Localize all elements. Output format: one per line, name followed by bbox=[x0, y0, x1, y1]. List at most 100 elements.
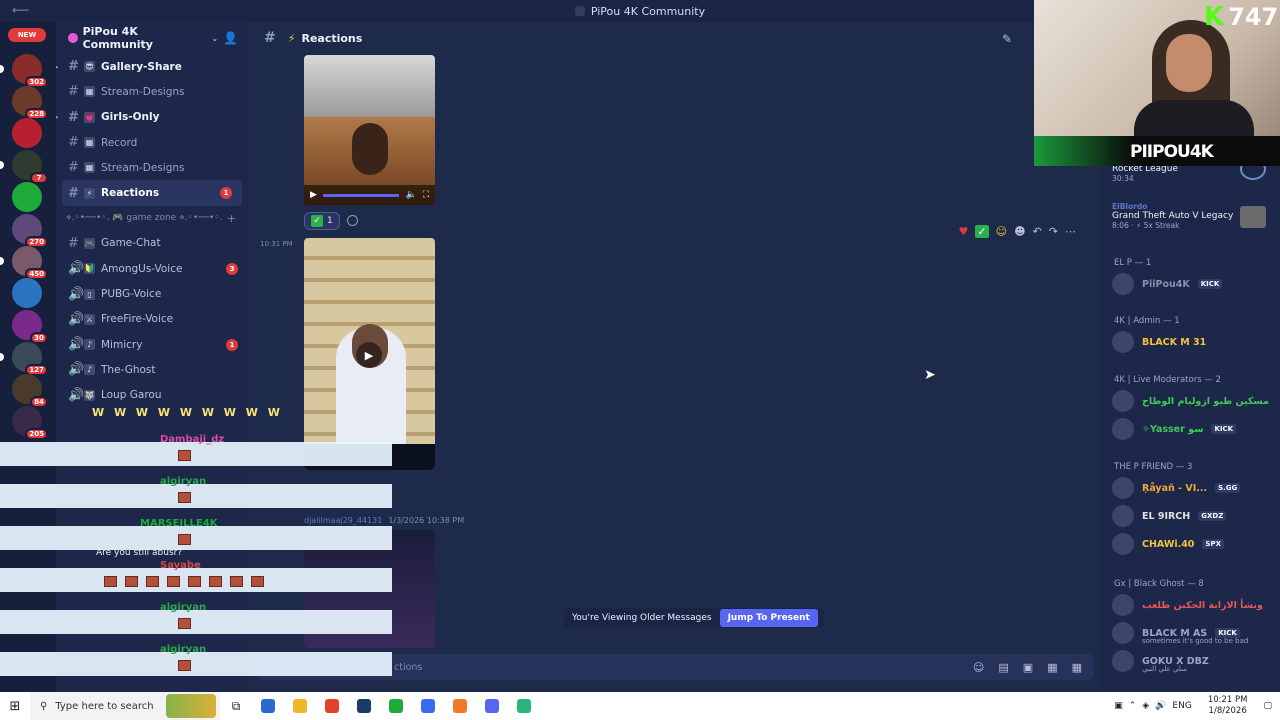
sticker-icon[interactable]: ▣ bbox=[1023, 661, 1033, 674]
channel-record[interactable]: # ▦ Record bbox=[56, 130, 248, 155]
chat-emote-icon bbox=[167, 576, 180, 587]
forward-icon[interactable]: ↷ bbox=[1049, 225, 1058, 238]
activity-gta[interactable]: ElBlordo Grand Theft Auto V Legacy 8:06 … bbox=[1112, 202, 1233, 230]
taskbar-search[interactable]: ⚲ Type here to search bbox=[30, 692, 220, 720]
member-row[interactable]: PiiPou4K KICK bbox=[1112, 272, 1274, 296]
taskbar-app-icon[interactable] bbox=[508, 692, 540, 720]
server-icon[interactable]: 7 bbox=[12, 150, 48, 184]
member-row[interactable]: مسكين طيو ازولبام الوطاح bbox=[1112, 389, 1274, 413]
member-row[interactable]: ✧Yasser سو KICK bbox=[1112, 417, 1274, 441]
server-icon[interactable]: 450 bbox=[12, 246, 48, 280]
gta-logo-icon bbox=[1240, 206, 1266, 228]
add-reaction-icon[interactable] bbox=[347, 215, 358, 226]
heart-icon[interactable]: ♥ bbox=[959, 225, 969, 238]
volume-icon[interactable]: 🔈 bbox=[405, 190, 416, 200]
add-member-icon[interactable]: 👤 bbox=[223, 31, 238, 45]
reply-icon[interactable]: ↶ bbox=[1033, 225, 1042, 238]
server-icon[interactable] bbox=[12, 118, 42, 148]
taskbar-app-icon[interactable] bbox=[444, 692, 476, 720]
chat-emote-icon bbox=[146, 576, 159, 587]
reaction-check[interactable]: ✓ 1 bbox=[304, 212, 340, 230]
reaction-count: 1 bbox=[327, 216, 333, 226]
unread-indicator bbox=[0, 65, 4, 73]
image-icon[interactable]: ▦ bbox=[1047, 661, 1057, 674]
server-icon[interactable] bbox=[12, 278, 42, 308]
video-frame-top bbox=[304, 55, 435, 117]
avatar bbox=[1112, 533, 1134, 555]
clock[interactable]: 10:21 PM 1/8/2026 bbox=[1208, 695, 1248, 717]
activity-rocket-league[interactable]: Rocket League 30:34 bbox=[1112, 164, 1178, 183]
channel-emoji-icon: 🔰 bbox=[84, 263, 95, 275]
add-channel-icon[interactable]: + bbox=[227, 212, 236, 225]
emoji-picker-icon[interactable]: ☺ bbox=[973, 661, 984, 674]
network-icon[interactable]: ◈ bbox=[1142, 701, 1149, 711]
apps-icon[interactable]: ▦ bbox=[1072, 661, 1082, 674]
server-header[interactable]: PiPou 4K Community ⌄ 👤 bbox=[56, 22, 248, 54]
member-row[interactable]: EL 9IRCH GXDZ bbox=[1112, 504, 1274, 528]
laugh-icon[interactable]: ☺ bbox=[996, 225, 1007, 238]
member-row[interactable]: Ŗåyañ - VI... S.GG bbox=[1112, 476, 1274, 500]
message-toolbar: ♥ ✓ ☺ ☻ ↶ ↷ ⋯ bbox=[953, 220, 1082, 242]
member-name: BLACK M 31 bbox=[1142, 336, 1207, 348]
channel-emoji-icon: ♪ bbox=[84, 339, 95, 351]
taskbar-app-icon[interactable] bbox=[412, 692, 444, 720]
channel-reactions[interactable]: # ⚡ Reactions 1 bbox=[62, 180, 242, 206]
taskbar-app-icon[interactable] bbox=[476, 692, 508, 720]
channel-mimicry[interactable]: 🔊 ♪ Mimicry 1 bbox=[56, 332, 248, 357]
category-game-zone[interactable]: ⋄.◦•──•◦. 🎮 game zone ⋄.◦•──•◦. + bbox=[56, 206, 248, 231]
member-row[interactable]: GOKU X DBZ سلي علي النبي bbox=[1112, 649, 1274, 673]
chat-emote-icon bbox=[104, 576, 117, 587]
member-tag-badge: KICK bbox=[1197, 279, 1223, 289]
channel-gallery-share[interactable]: ▸ # 😎 Gallery-Share bbox=[56, 54, 248, 79]
channel-girls-only[interactable]: ▸ # 💗 Girls-Only bbox=[56, 105, 248, 130]
more-icon[interactable]: ⋯ bbox=[1065, 225, 1076, 238]
taskbar-app-icon[interactable] bbox=[316, 692, 348, 720]
channel-emoji-icon: ▦ bbox=[84, 86, 95, 98]
taskbar: ⊞ ⚲ Type here to search ⧉ ▣ ⌃ ◈ 🔊 ENG 10… bbox=[0, 692, 1280, 720]
gif-icon[interactable]: ▤ bbox=[998, 661, 1008, 674]
seek-bar[interactable] bbox=[322, 193, 400, 197]
check-icon[interactable]: ✓ bbox=[975, 224, 989, 238]
server-icon[interactable]: 127 bbox=[12, 342, 48, 376]
channel-amongus-voice[interactable]: 🔊 🔰 AmongUs-Voice 3 bbox=[56, 256, 248, 281]
taskbar-app-icon[interactable] bbox=[284, 692, 316, 720]
back-arrow-icon[interactable]: ⟵ bbox=[12, 3, 29, 17]
taskbar-app-icon[interactable] bbox=[380, 692, 412, 720]
play-overlay-icon[interactable]: ▶ bbox=[356, 342, 382, 368]
tray-overflow-icon[interactable]: ⌃ bbox=[1129, 701, 1137, 711]
server-icon[interactable]: 270 bbox=[12, 214, 48, 248]
jump-to-present-button[interactable]: Jump To Present bbox=[719, 609, 818, 627]
language-indicator[interactable]: ENG bbox=[1172, 701, 1191, 711]
threads-icon[interactable]: ✎ bbox=[1002, 32, 1012, 46]
channel-freefire-voice[interactable]: 🔊 ⚔ FreeFire-Voice bbox=[56, 307, 248, 332]
member-row[interactable]: BLACK M AS KICK sometimes it's good to be … bbox=[1112, 621, 1274, 645]
channel-game-chat[interactable]: # 🎮 Game-Chat bbox=[56, 231, 248, 256]
channel-the-ghost[interactable]: 🔊 ♪ The-Ghost bbox=[56, 357, 248, 382]
chat-emote-icon bbox=[178, 534, 191, 545]
channel-stream-designs[interactable]: # ▦ Stream-Designs bbox=[56, 155, 248, 180]
channel-stream-designs[interactable]: # ▦ Stream-Designs bbox=[56, 79, 248, 104]
fullscreen-icon[interactable]: ⛶ bbox=[423, 190, 429, 200]
play-icon[interactable]: ▶ bbox=[310, 190, 317, 200]
volume-icon[interactable]: 🔊 bbox=[1155, 701, 1166, 711]
server-icon[interactable] bbox=[12, 182, 42, 212]
video-attachment[interactable]: ▶ 🔈 ⛶ bbox=[304, 55, 435, 205]
server-icon[interactable]: 84 bbox=[12, 374, 48, 408]
emoji-icon[interactable]: ☻ bbox=[1014, 225, 1025, 238]
member-row[interactable]: ونشأ الارابة الحكبن طلعب bbox=[1112, 593, 1274, 617]
server-icon[interactable]: 228 bbox=[12, 86, 48, 120]
tray-app-icon[interactable]: ▣ bbox=[1114, 701, 1123, 711]
channel-emoji-icon: 😎 bbox=[84, 61, 95, 73]
member-row[interactable]: BLACK M 31 bbox=[1112, 330, 1274, 354]
server-icon[interactable]: 302 bbox=[12, 54, 48, 88]
member-row[interactable]: CHAWi.40 SPX bbox=[1112, 532, 1274, 556]
streamer-webcam: PIIPOU4K K 747 bbox=[1034, 0, 1280, 166]
server-icon[interactable]: 30 bbox=[12, 310, 48, 344]
notifications-icon[interactable]: ▢ bbox=[1263, 701, 1272, 711]
channel-pubg-voice[interactable]: 🔊 ▯ PUBG-Voice bbox=[56, 281, 248, 306]
taskbar-app-icon[interactable] bbox=[252, 692, 284, 720]
windows-start-icon[interactable]: ⊞ bbox=[0, 692, 30, 720]
chat-message-bg bbox=[0, 652, 392, 676]
task-view-icon[interactable]: ⧉ bbox=[220, 692, 252, 720]
taskbar-app-icon[interactable] bbox=[348, 692, 380, 720]
